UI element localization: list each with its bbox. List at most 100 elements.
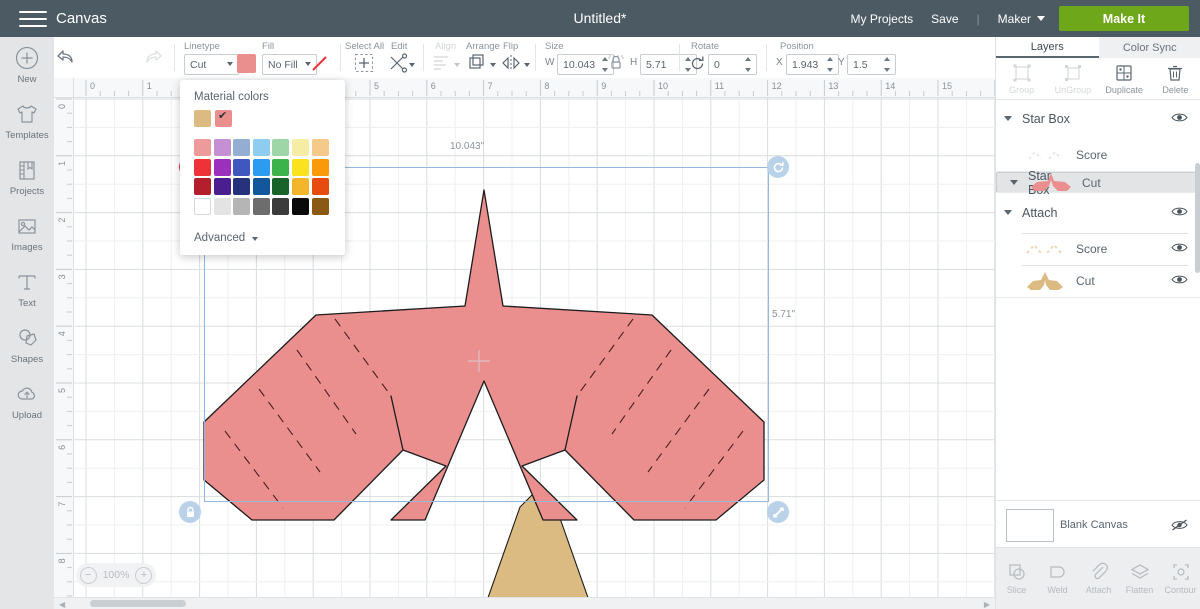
undo-icon[interactable] [54, 48, 76, 66]
attach-button[interactable]: Attach [1078, 548, 1119, 609]
layer-row[interactable]: Score [996, 139, 1200, 171]
rail-item-shapes[interactable]: Shapes [0, 317, 54, 373]
rotate-icon[interactable] [689, 55, 706, 75]
eye-icon[interactable] [1171, 274, 1188, 288]
palette-color-swatch[interactable] [312, 178, 329, 195]
recent-color-swatch[interactable] [194, 110, 211, 127]
duplicate-button[interactable]: Duplicate [1099, 58, 1150, 99]
zoom-control[interactable]: − 100% + [76, 563, 156, 587]
rail-item-upload[interactable]: Upload [0, 373, 54, 429]
rail-item-new[interactable]: New [0, 37, 54, 93]
width-input[interactable]: 10.043 [557, 54, 614, 75]
palette-color-swatch[interactable] [292, 159, 309, 176]
position-y-stepper[interactable] [884, 57, 891, 72]
palette-color-swatch[interactable] [214, 159, 231, 176]
material-colors-popover[interactable]: Material colors Advanced [180, 80, 345, 255]
flip-icon[interactable] [500, 53, 522, 76]
zoom-in-button[interactable]: + [135, 567, 152, 584]
layer-group[interactable]: Star Box Cut [996, 172, 1200, 193]
resize-handle[interactable] [767, 501, 789, 523]
eye-icon[interactable] [1171, 206, 1188, 220]
blank-canvas-row[interactable]: Blank Canvas [996, 500, 1200, 548]
rail-item-templates[interactable]: Templates [0, 93, 54, 149]
select-all-icon[interactable] [354, 53, 374, 76]
linetype-select[interactable]: Cut [184, 54, 239, 75]
rail-item-projects[interactable]: Projects [0, 149, 54, 205]
palette-color-swatch[interactable] [312, 198, 329, 215]
layer-row[interactable]: Cut [996, 265, 1200, 297]
layer-group[interactable]: Attach Score [996, 193, 1200, 298]
lock-icon[interactable] [607, 51, 625, 74]
layer-group[interactable]: Star Box Score [996, 99, 1200, 172]
flatten-button[interactable]: Flatten [1119, 548, 1160, 609]
make-it-button[interactable]: Make It [1059, 6, 1189, 31]
linetype-color-swatch[interactable] [237, 54, 256, 73]
palette-color-swatch[interactable] [312, 159, 329, 176]
align-icon[interactable] [432, 53, 452, 76]
palette-color-swatch[interactable] [194, 139, 211, 156]
palette-color-swatch[interactable] [292, 198, 309, 215]
rotate-input[interactable]: 0 [708, 54, 757, 75]
no-fill-slash-icon[interactable] [310, 54, 329, 76]
tab-layers[interactable]: Layers [996, 37, 1099, 58]
my-projects-link[interactable]: My Projects [850, 12, 913, 26]
layer-header[interactable]: Attach [996, 193, 1200, 233]
arrange-icon[interactable] [468, 53, 488, 76]
tab-color-sync[interactable]: Color Sync [1099, 37, 1200, 58]
palette-color-swatch[interactable] [272, 178, 289, 195]
palette-color-swatch[interactable] [312, 139, 329, 156]
advanced-toggle[interactable]: Advanced [194, 232, 258, 244]
palette-color-swatch[interactable] [233, 198, 250, 215]
palette-color-swatch[interactable] [194, 178, 211, 195]
eye-icon[interactable] [1171, 112, 1188, 126]
collapse-triangle-icon[interactable] [1010, 180, 1018, 185]
chevron-down-icon[interactable] [409, 63, 415, 67]
chevron-down-icon[interactable] [490, 63, 496, 67]
position-y-input[interactable]: 1.5 [847, 54, 896, 75]
slice-button[interactable]: Slice [996, 548, 1037, 609]
scroll-left-icon[interactable]: ◀ [59, 600, 65, 609]
layers-list[interactable]: Star Box Score Star Box [996, 99, 1200, 569]
palette-color-swatch[interactable] [292, 139, 309, 156]
palette-color-swatch[interactable] [233, 178, 250, 195]
palette-color-swatch[interactable] [214, 178, 231, 195]
palette-color-swatch[interactable] [253, 159, 270, 176]
palette-color-swatch[interactable] [253, 139, 270, 156]
palette-color-swatch[interactable] [253, 178, 270, 195]
chevron-down-icon[interactable] [524, 63, 530, 67]
zoom-out-button[interactable]: − [80, 567, 97, 584]
collapse-triangle-icon[interactable] [1004, 116, 1012, 121]
palette-color-swatch[interactable] [233, 159, 250, 176]
palette-color-swatch[interactable] [194, 159, 211, 176]
position-x-stepper[interactable] [827, 57, 834, 72]
eye-icon[interactable] [1171, 242, 1188, 256]
machine-selector[interactable]: Maker [998, 12, 1045, 26]
palette-color-swatch[interactable] [194, 198, 211, 215]
palette-color-swatch[interactable] [214, 198, 231, 215]
recent-color-swatch[interactable] [215, 110, 232, 127]
edit-scissors-icon[interactable] [388, 53, 410, 76]
canvas-horizontal-scrollbar[interactable]: ◀ ▶ [54, 597, 995, 609]
palette-color-swatch[interactable] [272, 139, 289, 156]
lock-aspect-handle[interactable] [179, 501, 201, 523]
palette-color-swatch[interactable] [214, 139, 231, 156]
rotate-handle[interactable] [767, 156, 789, 178]
layer-header[interactable]: Star Box [996, 99, 1200, 139]
palette-color-swatch[interactable] [233, 139, 250, 156]
rail-item-images[interactable]: Images [0, 205, 54, 261]
scroll-right-icon[interactable]: ▶ [984, 600, 990, 609]
chevron-down-icon[interactable] [454, 63, 460, 67]
redo-icon[interactable] [143, 48, 165, 66]
eye-off-icon[interactable] [1171, 519, 1188, 534]
layers-scrollbar[interactable] [1195, 163, 1200, 273]
scrollbar-thumb[interactable] [90, 600, 186, 607]
layer-row[interactable]: Score [996, 233, 1200, 265]
group-button[interactable]: Group [996, 58, 1047, 99]
palette-color-swatch[interactable] [292, 178, 309, 195]
rail-item-text[interactable]: Text [0, 261, 54, 317]
ungroup-button[interactable]: UnGroup [1047, 58, 1098, 99]
delete-button[interactable]: Delete [1150, 58, 1200, 99]
save-button[interactable]: Save [931, 12, 958, 26]
palette-color-swatch[interactable] [253, 198, 270, 215]
collapse-triangle-icon[interactable] [1004, 210, 1012, 215]
